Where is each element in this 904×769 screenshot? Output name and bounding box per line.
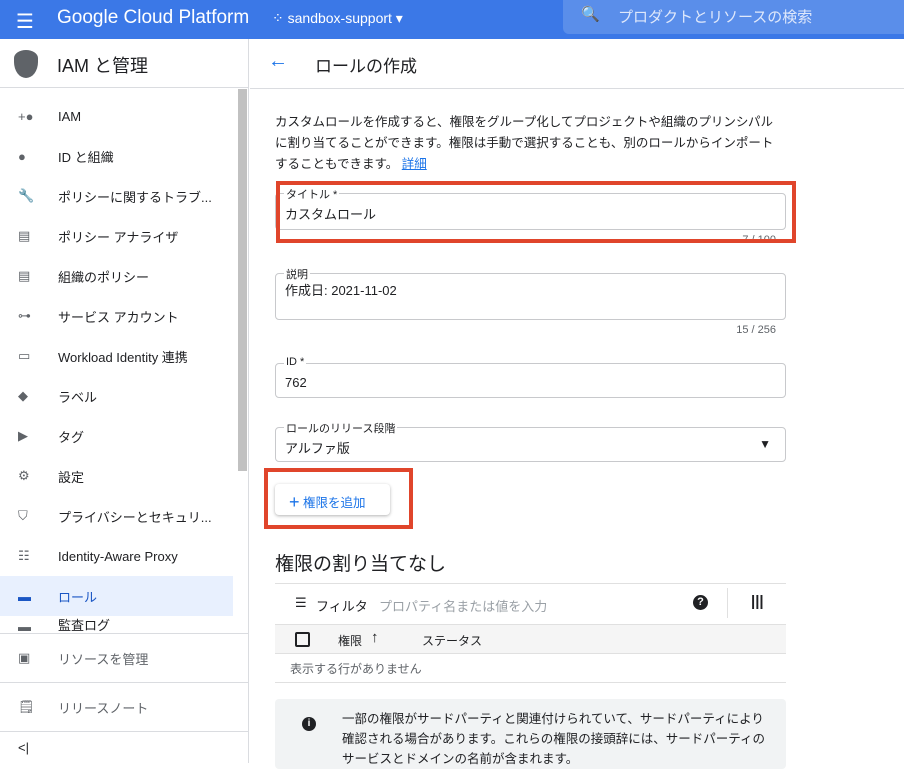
manage-resources-link[interactable]: ▣ リソースを管理: [0, 633, 249, 682]
help-icon[interactable]: ?: [693, 595, 708, 610]
list-icon: ▤: [18, 268, 31, 283]
account-circle-icon: ●: [18, 148, 26, 164]
sidebar-title: IAM と管理: [57, 56, 149, 76]
top-bar: ☰ Google Cloud Platform ⁘ sandbox-suppor…: [0, 0, 904, 39]
intro-text: カスタムロールを作成すると、権限をグループ化してプロジェクトや組織のプリンシパル…: [275, 112, 775, 175]
id-label: ID *: [284, 356, 307, 368]
highlight-box: [264, 468, 413, 529]
sidebar-item[interactable]: ▬ 監査ログ: [0, 616, 233, 634]
id-card-icon: ▭: [18, 348, 31, 363]
wrench-icon: 🔧: [18, 188, 35, 203]
sidebar-item[interactable]: ▤ 組織のポリシー: [0, 256, 233, 296]
intro-body: カスタムロールを作成すると、権限をグループ化してプロジェクトや組織のプリンシパル…: [275, 115, 774, 171]
search-icon: 🔍: [581, 6, 600, 23]
launch-stage-value: アルファ版: [285, 441, 350, 456]
shield-icon: ⛉: [18, 508, 28, 523]
sidebar-item[interactable]: ▬ ロール: [0, 576, 233, 616]
sidebar-scrollbar[interactable]: [238, 89, 247, 471]
description-value: 作成日: 2021-11-02: [285, 283, 397, 298]
sidebar-item[interactable]: ● ID と組織: [0, 136, 233, 176]
sidebar-item-label: ポリシーに関するトラブ...: [58, 189, 212, 205]
search-placeholder: プロダクトとリソースの検索: [618, 9, 813, 26]
service-account-icon: ⊶: [18, 308, 31, 323]
roles-icon: ▬: [18, 588, 31, 604]
sidebar-item[interactable]: ⚙ 設定: [0, 456, 233, 496]
column-status[interactable]: ステータス: [422, 632, 482, 649]
tag-icon: ▶: [18, 428, 28, 443]
brand-logo[interactable]: Google Cloud Platform: [57, 7, 249, 29]
sidebar-item-label: タグ: [58, 429, 85, 445]
sidebar-item-label: 設定: [58, 469, 85, 485]
sidebar-item-label: Workload Identity 連携: [58, 349, 188, 365]
highlight-box: [276, 181, 796, 243]
divider: [727, 588, 728, 618]
filter-icon: ☰: [295, 595, 307, 610]
section-title: 権限の割り当てなし: [275, 554, 447, 575]
sidebar-item-label: Identity-Aware Proxy: [58, 548, 178, 564]
sidebar-header: IAM と管理: [0, 39, 249, 88]
project-name: sandbox-support: [287, 10, 392, 26]
id-value: 762: [285, 375, 307, 390]
audit-log-icon: ▬: [18, 619, 31, 634]
info-icon: i: [302, 717, 316, 731]
folder-gear-icon: ▣: [18, 650, 31, 665]
document-search-icon: ▤: [18, 228, 31, 243]
project-selector[interactable]: ⁘ sandbox-support ▾: [272, 10, 403, 27]
sidebar-item[interactable]: ▭ Workload Identity 連携: [0, 336, 233, 376]
menu-icon[interactable]: ☰: [16, 9, 34, 34]
collapse-sidebar-button[interactable]: <|: [0, 731, 249, 763]
gear-icon: ⚙: [18, 468, 30, 483]
shield-icon: [14, 50, 38, 78]
proxy-icon: ☷: [18, 548, 30, 563]
sidebar-item-label: 組織のポリシー: [58, 269, 150, 285]
sidebar-item[interactable]: ⛉ プライバシーとセキュリ...: [0, 496, 233, 536]
sidebar-item[interactable]: ▶ タグ: [0, 416, 233, 456]
sidebar-item[interactable]: ☷ Identity-Aware Proxy: [0, 536, 233, 576]
sort-arrow-up-icon[interactable]: ↑: [371, 629, 379, 646]
info-text: 一部の権限がサードパーティと関連付けられていて、サードパーティにより確認される場…: [342, 712, 766, 766]
search-input[interactable]: 🔍 プロダクトとリソースの検索: [563, 0, 904, 34]
manage-resources-label: リソースを管理: [58, 651, 149, 667]
description-counter: 15 / 256: [736, 324, 776, 336]
table-header: 権限 ↑ ステータス: [275, 624, 786, 654]
dropdown-arrow-icon: ▼: [759, 437, 771, 451]
select-all-checkbox[interactable]: [295, 632, 310, 647]
back-arrow-icon[interactable]: ←: [268, 50, 288, 73]
divider: [250, 88, 904, 89]
sidebar-item-label: プライバシーとセキュリ...: [58, 509, 212, 525]
release-notes-link[interactable]: 🗒 リリースノート: [0, 682, 249, 731]
sidebar-item-label: 監査ログ: [58, 618, 111, 633]
sidebar-item[interactable]: +● IAM: [0, 96, 233, 136]
info-box: i 一部の権限がサードパーティと関連付けられていて、サードパーティにより確認され…: [275, 699, 786, 769]
filter-input[interactable]: プロパティ名または値を入力: [379, 596, 547, 615]
column-permission[interactable]: 権限: [338, 632, 362, 649]
notes-icon: 🗒: [18, 699, 35, 714]
sidebar-item[interactable]: ▤ ポリシー アナライザ: [0, 216, 233, 256]
sidebar-item[interactable]: ◆ ラベル: [0, 376, 233, 416]
filter-label: フィルタ: [316, 599, 368, 614]
sidebar-item-label: ラベル: [58, 389, 98, 405]
description-label: 説明: [284, 266, 310, 282]
sidebar: IAM と管理 +● IAM ● ID と組織 🔧 ポリシーに関するトラブ... ▤ ポリシー…: [0, 39, 249, 763]
collapse-icon: <|: [18, 740, 29, 755]
sidebar-item-label: ID と組織: [58, 149, 114, 165]
sidebar-item-label: サービス アカウント: [58, 309, 179, 325]
learn-more-link[interactable]: 詳細: [402, 157, 427, 171]
page-title: ロールの作成: [315, 57, 417, 76]
description-field[interactable]: 説明 作成日: 2021-11-02: [275, 266, 786, 320]
filter-bar[interactable]: ☰ フィルタ プロパティ名または値を入力 ? |||: [275, 584, 786, 624]
label-icon: ◆: [18, 388, 28, 403]
id-field[interactable]: ID * 762: [275, 356, 786, 398]
release-notes-label: リリースノート: [58, 700, 149, 716]
sidebar-item[interactable]: ⊶ サービス アカウント: [0, 296, 233, 336]
empty-row: 表示する行がありません: [275, 654, 786, 683]
launch-stage-select[interactable]: ロールのリリース段階 アルファ版 ▼: [275, 420, 786, 462]
sidebar-item-label: ポリシー アナライザ: [58, 229, 179, 245]
launch-stage-label: ロールのリリース段階: [284, 420, 398, 436]
column-display-icon[interactable]: |||: [751, 593, 764, 610]
sidebar-item-label: IAM: [58, 108, 82, 124]
person-add-icon: +●: [18, 108, 34, 124]
sidebar-item[interactable]: 🔧 ポリシーに関するトラブ...: [0, 176, 233, 216]
sidebar-item-label: ロール: [58, 589, 98, 605]
